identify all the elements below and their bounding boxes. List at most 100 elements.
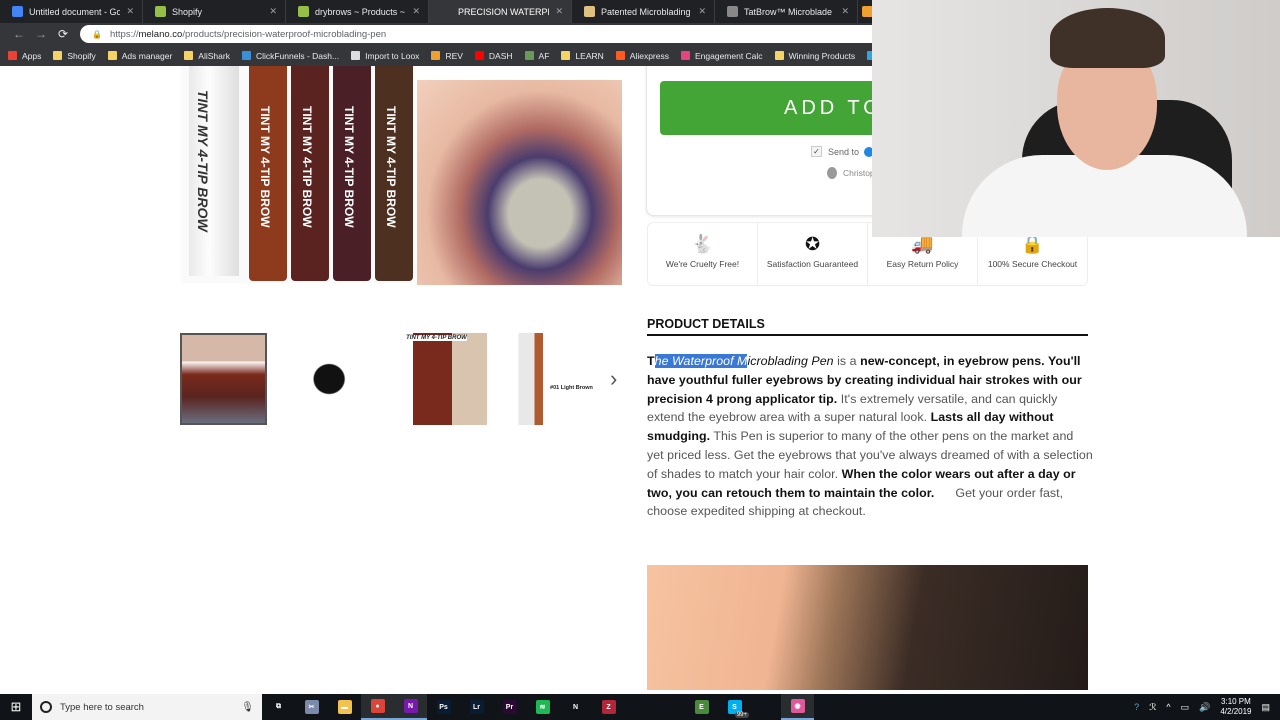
windows-start-icon[interactable]: ⊞ [0, 699, 32, 715]
webcam-overlay [872, 0, 1280, 237]
taskbar-search[interactable]: Type here to search 🎙 [32, 694, 262, 720]
taskbar-app[interactable]: ≋ [526, 694, 559, 720]
bookmark-icon [474, 51, 484, 60]
tab-favicon [441, 6, 452, 17]
premiere-icon: Pr [502, 700, 517, 714]
taskbar-app[interactable]: ⧉ [262, 694, 295, 720]
close-tab-icon[interactable]: ✕ [412, 6, 420, 17]
hair [1050, 8, 1165, 68]
browser-tab[interactable]: TatBrow™ Microblade Pen - ✕ [715, 0, 858, 23]
bookmark-label: Aliexpress [629, 50, 669, 61]
microphone-icon[interactable]: 🎙 [241, 702, 254, 713]
thumbnail-2[interactable] [290, 333, 378, 425]
main-product-image[interactable]: TINT MY 4-TIP BROW TINT MY 4-TIP BROW TI… [181, 66, 622, 285]
spotify-icon: ≋ [535, 700, 550, 714]
evernote-icon: E [694, 700, 709, 714]
chevron-up-icon[interactable]: ^ [1166, 702, 1170, 712]
eye-makeup-image [416, 80, 622, 285]
taskbar-app[interactable]: Pr [493, 694, 526, 720]
bookmark-item[interactable]: Apps [8, 51, 41, 61]
taskbar-app[interactable]: ▬ [328, 694, 361, 720]
close-tab-icon[interactable]: ✕ [841, 6, 849, 17]
bookmark-item[interactable]: Winning Products [774, 51, 855, 61]
cortana-icon [40, 701, 52, 713]
taskbar-app[interactable]: S 99+ [718, 694, 751, 720]
forward-icon[interactable]: → [30, 27, 52, 41]
bookmark-label: LEARN [575, 50, 604, 61]
taskbar-app[interactable]: N [394, 694, 427, 720]
bookmark-item[interactable]: Aliexpress [615, 50, 669, 61]
tab-label: Shopify [172, 6, 203, 17]
bookmark-item[interactable]: Import to Loox [351, 51, 419, 61]
bookmark-icon [431, 51, 441, 60]
thumbnail-caption: TINT MY 4-TIP BROW [406, 335, 467, 341]
badge-label: Easy Return Policy [886, 259, 959, 269]
desc-t: T [647, 354, 655, 368]
thumbnail-4[interactable]: #01 Light Brown [510, 333, 597, 425]
battery-icon[interactable]: ▭ [1181, 702, 1190, 713]
bookmark-item[interactable]: ClickFunnels - Dash... [241, 51, 339, 61]
bookmark-item[interactable]: AF [524, 51, 549, 61]
people-icon[interactable]: ℛ [1149, 702, 1156, 713]
bookmark-item[interactable]: REV [431, 50, 463, 61]
close-tab-icon[interactable]: ✕ [126, 6, 134, 17]
bookmark-item[interactable]: Ads manager [107, 50, 173, 61]
desc-product-name: icroblading Pen [747, 354, 834, 368]
taskbar-app[interactable]: Ps [427, 694, 460, 720]
send-to-messenger[interactable]: ✓ Send to [811, 146, 875, 157]
taskbar-app[interactable]: Lr [460, 694, 493, 720]
close-tab-icon[interactable]: ✕ [269, 6, 277, 17]
taskbar: ⊞ Type here to search 🎙 ⧉ ✂ ▬ ● N Ps Lr Pr ≋ N Z E S… [0, 694, 1280, 720]
badge-label: Satisfaction Guaranteed [766, 259, 859, 269]
send-to-checkbox[interactable]: ✓ [811, 146, 822, 157]
tab-label: drybrows ~ Products ~ Mic [315, 6, 406, 17]
taskbar-app[interactable]: ✂ [295, 694, 328, 720]
user-name: Christop [843, 168, 875, 178]
taskbar-app[interactable]: Z [592, 694, 625, 720]
selected-text: he Waterproof M [654, 354, 748, 368]
thumbnail-1[interactable] [180, 333, 268, 425]
lightroom-icon: Lr [469, 700, 484, 714]
bookmark-label: REV [445, 50, 463, 61]
pen-label: TINT MY 4-TIP BROW [384, 106, 398, 228]
add-to-cart-button[interactable]: ADD TO [660, 81, 900, 135]
back-icon[interactable]: ← [8, 27, 30, 41]
reload-icon[interactable]: ⟳ [52, 27, 74, 41]
close-tab-icon[interactable]: ✕ [698, 6, 706, 17]
taskbar-app[interactable]: ● [361, 694, 394, 720]
pen-label: TINT MY 4-TIP BROW [300, 106, 314, 228]
volume-icon[interactable]: 🔊 [1199, 702, 1210, 713]
url-prefix: https:// [109, 28, 139, 40]
pen-coffee: TINT MY 4-TIP BROW [375, 66, 413, 281]
browser-tab[interactable]: drybrows ~ Products ~ Mic ✕ [286, 0, 429, 23]
taskbar-app[interactable]: ◉ [781, 694, 814, 720]
product-details-heading: PRODUCT DETAILS [647, 317, 765, 331]
bookmark-item[interactable]: Engagement Calc [680, 51, 763, 61]
browser-tab[interactable]: Untitled document - Google ✕ [0, 0, 143, 23]
browser-tab[interactable]: PRECISION WATERPROOF M ✕ [429, 0, 572, 23]
bookmark-item[interactable]: Shopify [53, 51, 96, 61]
badge-label: We're Cruelty Free! [665, 259, 740, 269]
bookmark-icon [107, 51, 117, 60]
bookmark-icon [615, 51, 625, 60]
browser-tab[interactable]: Shopify ✕ [143, 0, 286, 23]
next-thumb-arrow[interactable]: › [610, 366, 617, 392]
bookmark-label: Apps [22, 50, 42, 61]
bookmark-icon [561, 51, 571, 60]
bookmark-item[interactable]: DASH [474, 51, 513, 61]
bookmark-item[interactable]: AliShark [184, 51, 230, 61]
browser-tab[interactable]: Patented Microblading Tatt ✕ [572, 0, 715, 23]
close-tab-icon[interactable]: ✕ [555, 6, 563, 17]
clock[interactable]: 3:10 PM 4/2/2019 [1220, 697, 1251, 717]
taskbar-app[interactable]: N [559, 694, 592, 720]
thumbnail-strip: TINT MY 4-TIP BROW #01 Light Brown [180, 333, 620, 425]
snipping-icon: ✂ [304, 700, 319, 714]
task-view-icon: ⧉ [271, 700, 286, 714]
thumbnail-3[interactable]: TINT MY 4-TIP BROW [400, 333, 488, 425]
bookmark-item[interactable]: LEARN [561, 50, 604, 61]
help-icon[interactable]: ? [1134, 702, 1139, 712]
taskbar-app[interactable]: E [685, 694, 718, 720]
product-description: The Waterproof Microblading Pen is a new… [647, 352, 1093, 521]
notifications-icon[interactable]: ▤ [1261, 702, 1270, 713]
bookmark-label: Ads manager [121, 50, 173, 61]
